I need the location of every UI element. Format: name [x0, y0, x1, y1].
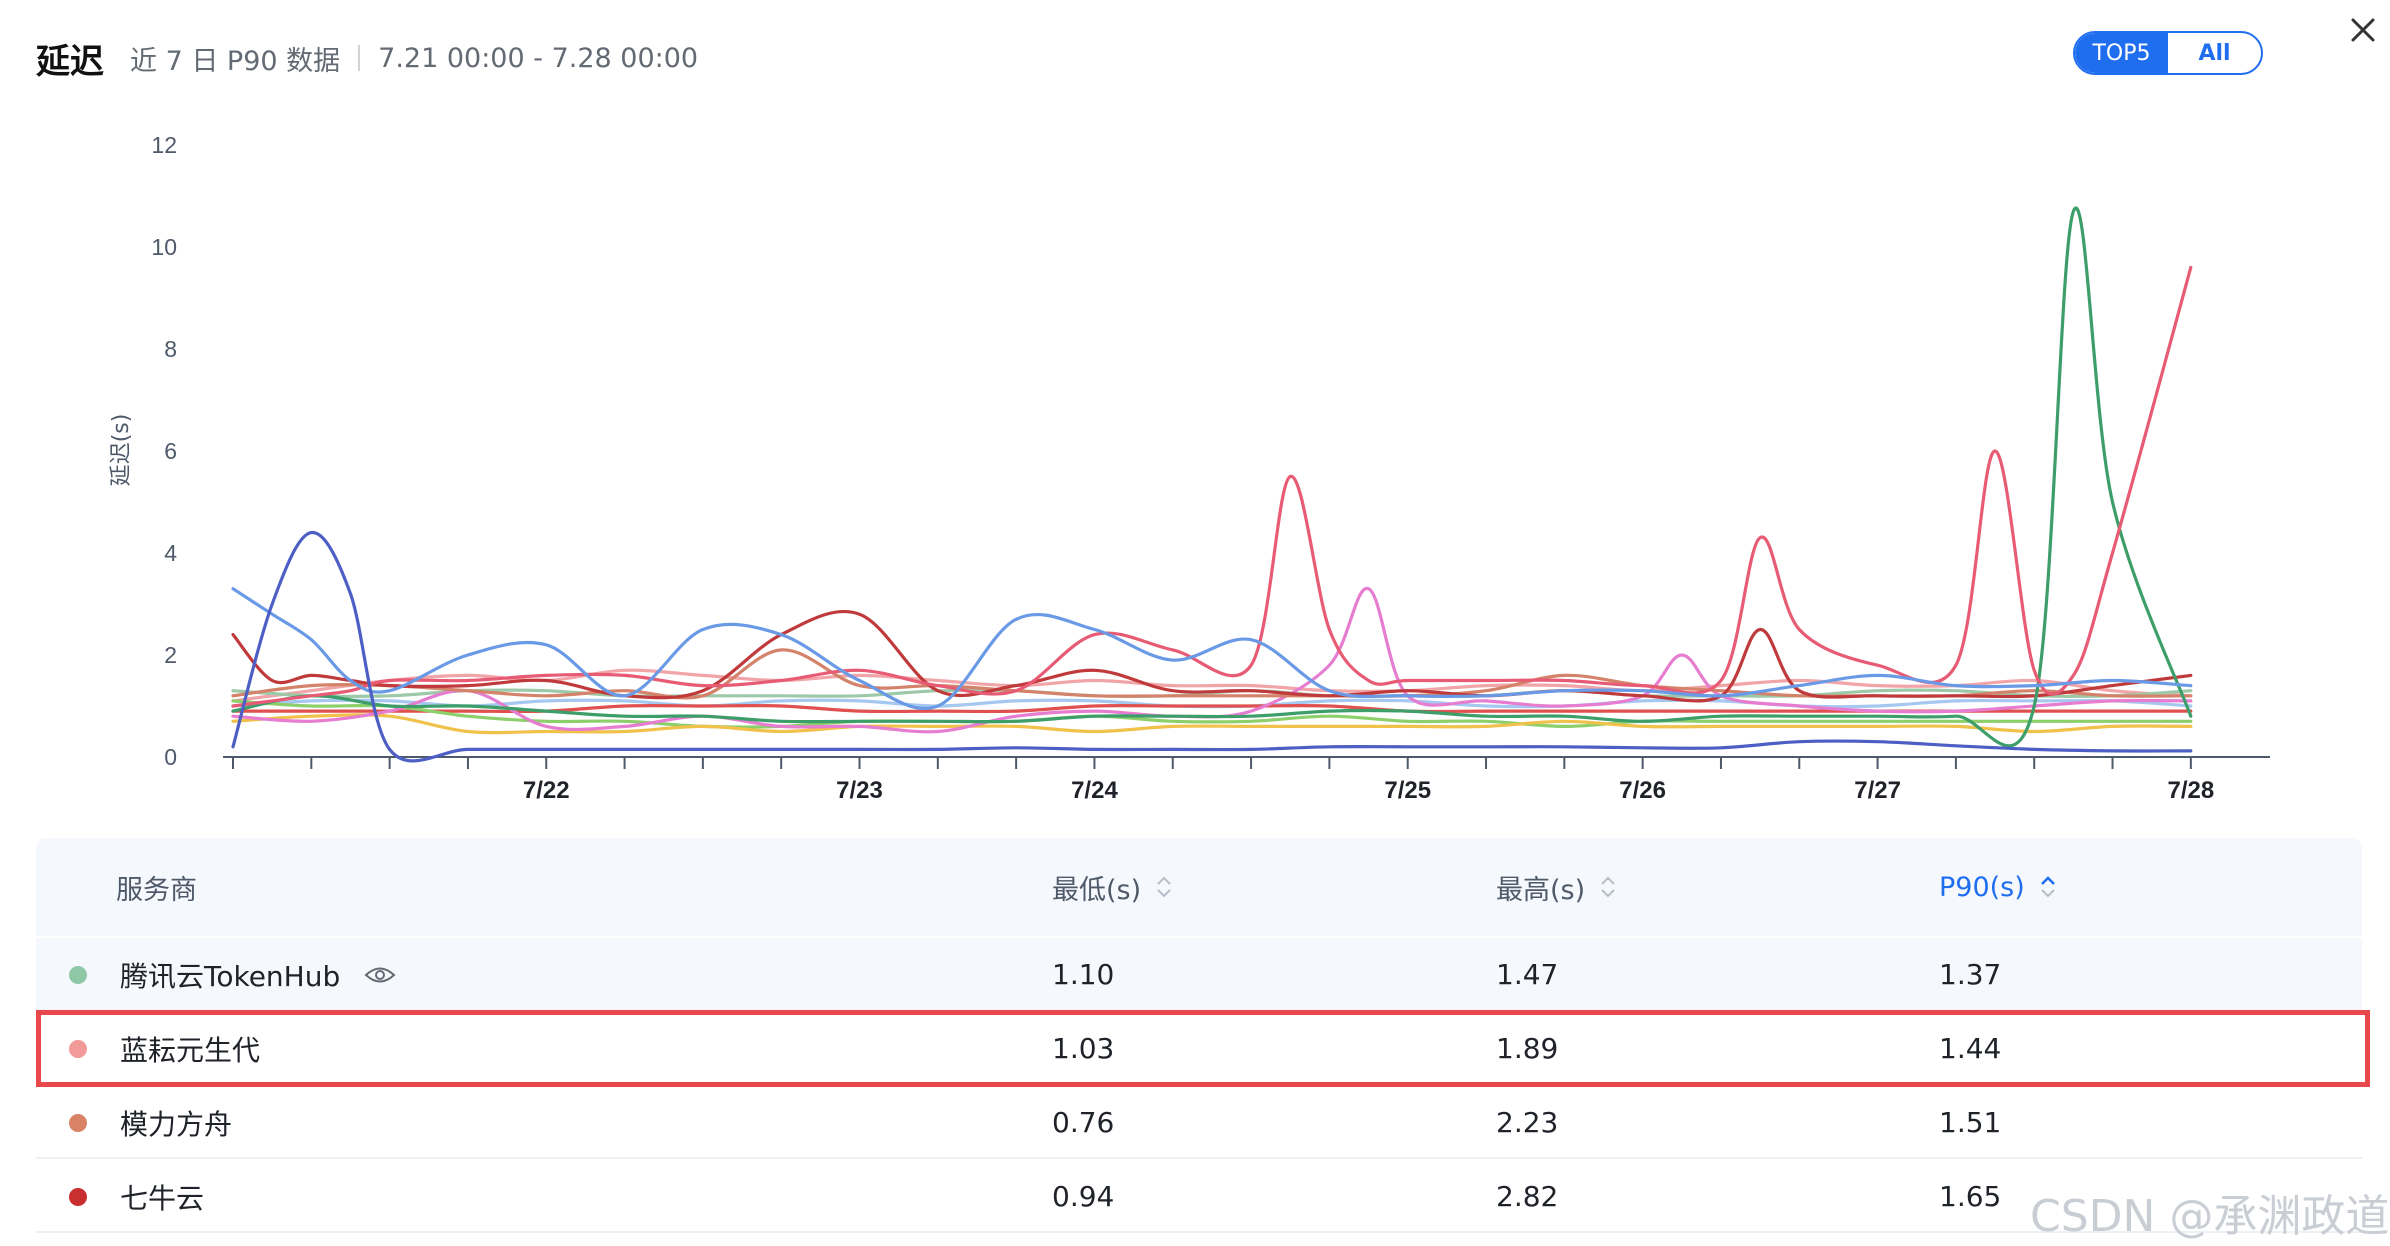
x-tick-label: 7/26 — [1619, 777, 1666, 804]
max-cell: 2.23 — [1496, 1106, 1559, 1139]
header-provider: 服务商 — [116, 874, 197, 906]
p90-cell: 1.51 — [1939, 1106, 2002, 1139]
min-cell: 0.94 — [1052, 1180, 1115, 1213]
table-header: 服务商 最低(s) 最高(s) P90(s) — [36, 838, 2362, 936]
series-line — [231, 206, 2193, 748]
top5-all-toggle[interactable]: TOP5 All — [2073, 31, 2263, 75]
sort-icon[interactable] — [1599, 872, 1617, 902]
provider-color-dot — [69, 1114, 87, 1132]
header-max[interactable]: 最高(s) — [1496, 838, 1617, 936]
provider-color-dot — [69, 1040, 87, 1058]
header-min[interactable]: 最低(s) — [1052, 838, 1173, 936]
series-line — [231, 265, 2193, 708]
y-tick-label: 4 — [164, 540, 177, 566]
y-tick-label: 12 — [151, 132, 177, 158]
provider-name: 七牛云 — [120, 1181, 205, 1215]
x-tick-label: 7/23 — [836, 777, 883, 804]
p90-cell: 1.65 — [1939, 1180, 2002, 1213]
latency-line-chart: 0 2 4 6 8 10 12 延迟(s) 7/22 7/23 7/24 7/25 7/26 7/27 7/… — [109, 132, 2270, 804]
sort-icon[interactable] — [1155, 872, 1173, 902]
y-tick-label: 6 — [164, 438, 177, 464]
header-p90-label: P90(s) — [1939, 871, 2025, 903]
provider-color-dot — [69, 966, 87, 984]
x-tick-label: 7/24 — [1071, 777, 1118, 804]
x-tick-label: 7/25 — [1384, 777, 1431, 804]
max-cell: 1.89 — [1496, 1032, 1559, 1065]
table-row[interactable]: 腾讯云TokenHub 1.10 1.47 1.37 — [36, 938, 2362, 1011]
table-row[interactable]: 模力方舟 0.76 2.23 1.51 — [36, 1086, 2362, 1159]
page-title: 延迟 — [36, 41, 104, 82]
provider-name-cell: 腾讯云TokenHub — [120, 938, 396, 1011]
max-cell: 1.47 — [1496, 958, 1559, 991]
x-tick-label: 7/22 — [523, 777, 570, 804]
sort-icon[interactable] — [2039, 872, 2057, 902]
page-subtitle: 近 7 日 P90 数据 — [130, 45, 341, 77]
provider-color-dot — [69, 1188, 87, 1206]
header-divider — [358, 45, 361, 71]
provider-name: 腾讯云TokenHub — [120, 959, 341, 993]
y-tick-label: 0 — [164, 744, 177, 770]
x-tick-label: 7/27 — [1854, 777, 1901, 804]
min-cell: 1.10 — [1052, 958, 1115, 991]
max-cell: 2.82 — [1496, 1180, 1559, 1213]
table-row[interactable]: 七牛云 0.94 2.82 1.65 — [36, 1160, 2362, 1233]
close-icon[interactable] — [2345, 12, 2381, 48]
chart-header: 延迟 近 7 日 P90 数据 7.21 00:00 - 7.28 00:00 — [36, 30, 698, 86]
date-range: 7.21 00:00 - 7.28 00:00 — [378, 42, 699, 74]
p90-cell: 1.44 — [1939, 1032, 2002, 1065]
min-cell: 1.03 — [1052, 1032, 1115, 1065]
provider-name: 蓝耘元生代 — [120, 1033, 261, 1067]
table-row[interactable]: 蓝耘元生代 1.03 1.89 1.44 — [36, 1012, 2362, 1085]
toggle-top5[interactable]: TOP5 — [2075, 33, 2168, 73]
provider-name: 模力方舟 — [120, 1107, 233, 1141]
min-cell: 0.76 — [1052, 1106, 1115, 1139]
header-min-label: 最低(s) — [1052, 874, 1142, 906]
y-axis-label: 延迟(s) — [109, 414, 134, 487]
p90-cell: 1.37 — [1939, 958, 2002, 991]
y-tick-label: 2 — [164, 642, 177, 668]
eye-icon[interactable] — [364, 964, 396, 986]
x-tick-label: 7/28 — [2167, 777, 2214, 804]
header-max-label: 最高(s) — [1496, 874, 1586, 906]
y-tick-label: 8 — [164, 336, 177, 362]
y-tick-label: 10 — [151, 234, 177, 260]
toggle-all[interactable]: All — [2168, 33, 2261, 73]
watermark: CSDN @承渊政道 — [2030, 1191, 2390, 1242]
header-p90[interactable]: P90(s) — [1939, 838, 2057, 936]
